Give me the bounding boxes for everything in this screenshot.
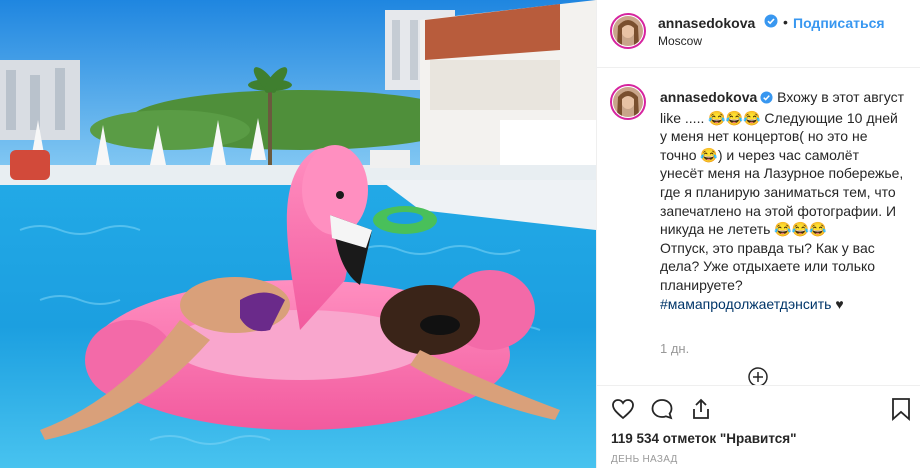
- verified-badge-icon: [764, 14, 778, 33]
- author-username[interactable]: annasedokova: [658, 15, 755, 31]
- heart-outline-icon[interactable]: [611, 397, 635, 426]
- caption-time: 1 дн.: [660, 341, 690, 356]
- post-side-panel: annasedokova • Подписаться Moscow annase…: [596, 0, 920, 468]
- post-caption: annasedokova Вхожу в этот август like ..…: [660, 88, 906, 313]
- verified-badge-icon: [760, 90, 773, 109]
- post-photo[interactable]: [0, 0, 596, 468]
- post-header: annasedokova • Подписаться Moscow: [597, 0, 920, 68]
- separator-dot: •: [783, 14, 788, 30]
- likes-count[interactable]: 119 534 отметок "Нравится": [611, 431, 797, 446]
- follow-button[interactable]: Подписаться: [793, 15, 885, 31]
- post-date[interactable]: день назад: [611, 454, 678, 465]
- author-avatar[interactable]: [610, 13, 646, 49]
- caption-hashtag[interactable]: #мамапродолжаетдэнсить: [660, 296, 831, 312]
- post-photo-image: [0, 0, 596, 468]
- caption-question: Отпуск, это правда ты? Как у вас дела? У…: [660, 239, 876, 293]
- comments-area[interactable]: annasedokova Вхожу в этот август like ..…: [597, 69, 920, 385]
- bookmark-icon[interactable]: [890, 397, 912, 426]
- share-icon[interactable]: [689, 397, 713, 426]
- post-location[interactable]: Moscow: [658, 34, 702, 48]
- caption-text: Вхожу в этот август like ..... 😂😂😂 Следу…: [660, 89, 905, 238]
- avatar-image: [613, 87, 643, 117]
- heart-emoji: ♥: [835, 295, 844, 312]
- comment-bubble-icon[interactable]: [650, 397, 674, 426]
- caption-username[interactable]: annasedokova: [660, 89, 757, 105]
- caption-author-avatar[interactable]: [610, 84, 646, 120]
- post-actions: 119 534 отметок "Нравится" день назад: [597, 385, 920, 468]
- avatar-image: [613, 16, 643, 46]
- plus-circle-icon[interactable]: [748, 367, 768, 385]
